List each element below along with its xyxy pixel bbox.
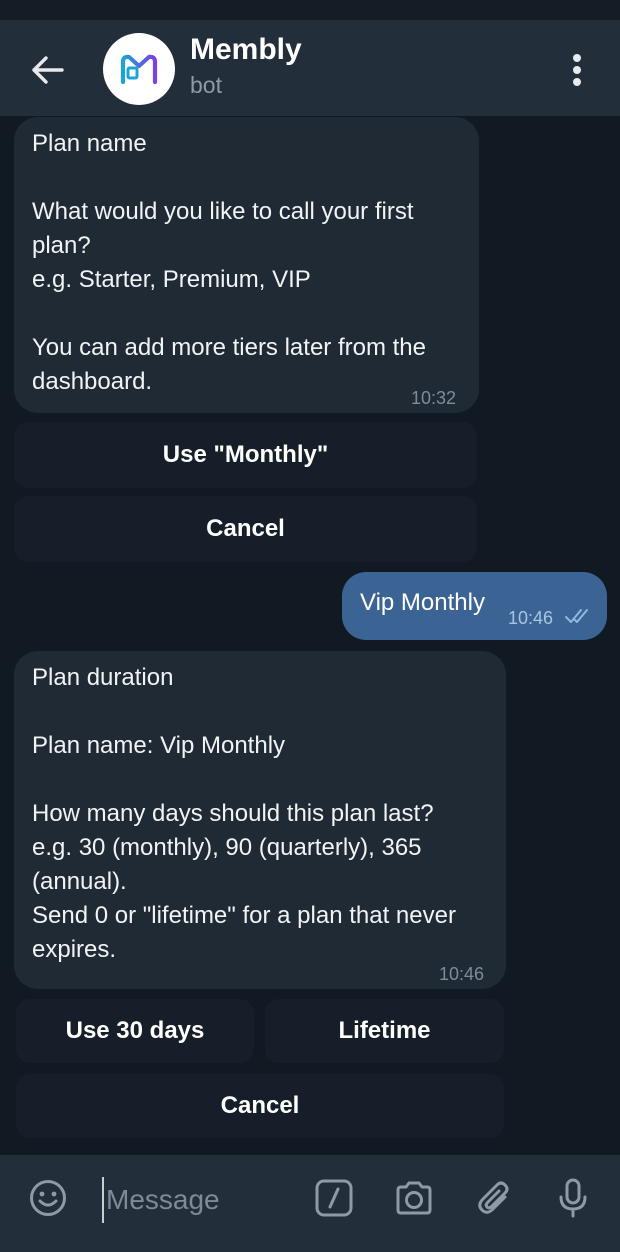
message-line: e.g. 30 (monthly), 90 (quarterly), 365	[32, 834, 422, 861]
message-line: Plan name: Vip Monthly	[32, 732, 286, 759]
back-arrow-icon[interactable]	[26, 48, 70, 92]
chat-header: Membly bot	[0, 20, 620, 116]
mic-icon[interactable]	[551, 1176, 595, 1220]
attach-icon[interactable]	[473, 1176, 517, 1220]
message-line: Plan name	[32, 130, 147, 157]
message-composer	[0, 1155, 620, 1252]
message-line: (annual).	[32, 868, 127, 895]
inline-button-use-30-days[interactable]: Use 30 days	[16, 999, 254, 1063]
message-line: You can add more tiers later from the	[32, 334, 426, 361]
message-line: e.g. Starter, Premium, VIP	[32, 266, 311, 293]
double-check-icon	[565, 609, 588, 623]
chat-subtitle: bot	[190, 72, 222, 98]
message-line: What would you like to call your first	[32, 198, 414, 225]
message-time: 10:32	[411, 388, 457, 408]
emoji-icon[interactable]	[26, 1176, 70, 1220]
camera-icon[interactable]	[392, 1176, 436, 1220]
inline-button-lifetime[interactable]: Lifetime	[265, 999, 504, 1063]
message-line: Plan duration	[32, 664, 174, 691]
outgoing-message-bubble: Vip Monthly 10:46	[342, 572, 607, 640]
message-bubble: Plan duration Plan name: Vip Monthly How…	[14, 651, 506, 989]
more-options-icon[interactable]	[560, 50, 594, 90]
inline-button-use-monthly[interactable]: Use "Monthly"	[14, 422, 477, 488]
message-line: plan?	[32, 232, 91, 259]
message-time: 10:46	[439, 964, 485, 984]
message-line	[32, 161, 461, 195]
message-input[interactable]	[102, 1177, 292, 1223]
message-line	[32, 695, 488, 729]
outgoing-message-text: Vip Monthly	[360, 589, 485, 616]
avatar[interactable]	[103, 33, 175, 105]
inline-button-cancel[interactable]: Cancel	[14, 496, 477, 562]
membly-logo-icon	[120, 54, 158, 85]
message-line: How many days should this plan last?	[32, 800, 434, 827]
message-line: dashboard.	[32, 368, 153, 395]
message-bubble: Plan name What would you like to call yo…	[14, 117, 479, 413]
message-line: Send 0 or "lifetime" for a plan that nev…	[32, 902, 456, 929]
chat-title[interactable]: Membly	[190, 33, 302, 67]
message-time: 10:46	[508, 608, 554, 628]
inline-button-cancel[interactable]: Cancel	[16, 1074, 504, 1138]
message-line: expires.	[32, 936, 117, 963]
command-icon[interactable]	[312, 1176, 356, 1220]
status-bar	[0, 0, 620, 20]
message-line	[32, 763, 488, 797]
message-line	[32, 297, 461, 331]
